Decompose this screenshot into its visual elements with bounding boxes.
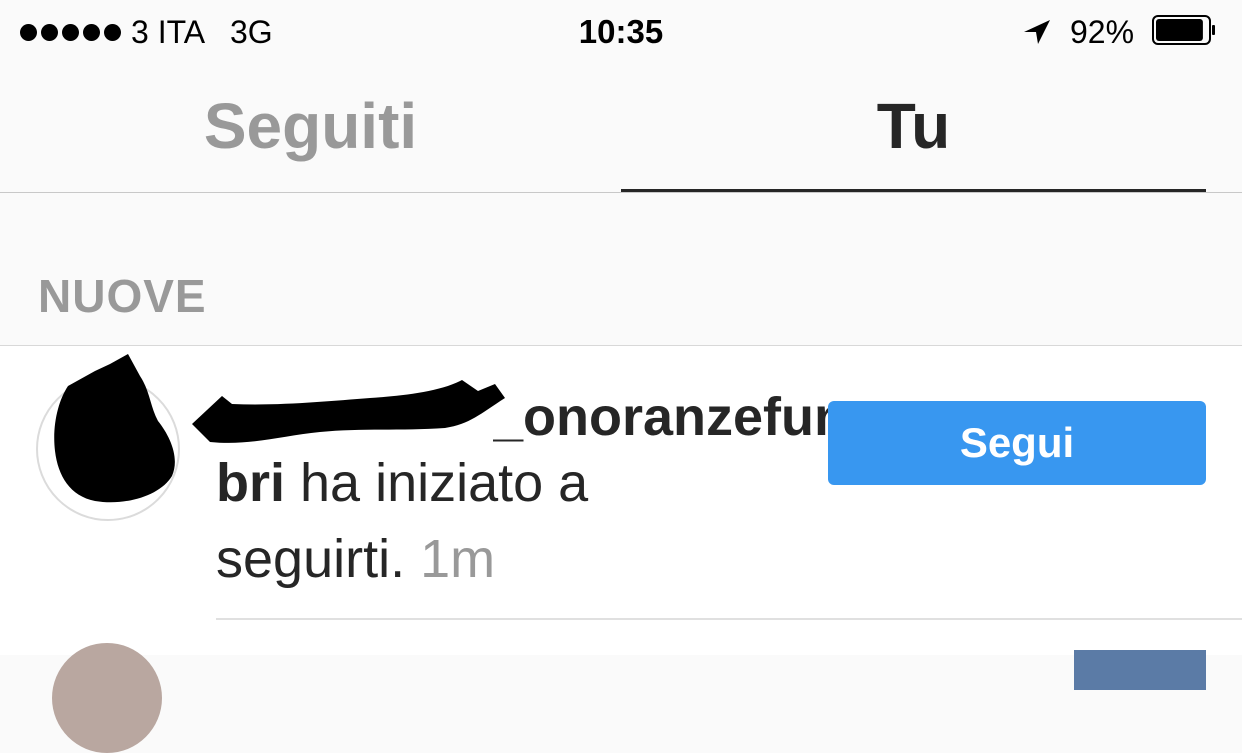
section-header: NUOVE [0, 193, 1242, 346]
notification-text-line2: seguirti. 1m [216, 528, 495, 590]
notification-message: ha iniziato a [285, 453, 589, 513]
row-divider [216, 618, 1242, 620]
battery-percentage: 92% [1070, 14, 1135, 50]
section-title: NUOVE [38, 270, 207, 322]
notification-message-cont: seguirti. [216, 529, 406, 589]
status-bar: 3 ITA 3G 10:35 92% [0, 0, 1242, 64]
follow-button[interactable]: Segui [828, 401, 1206, 485]
battery-icon [1152, 15, 1215, 45]
active-tab-indicator [621, 189, 1206, 192]
notification-time: 1m [420, 529, 496, 589]
notification-user-suffix[interactable]: bri [216, 453, 285, 513]
next-row-thumbnail[interactable] [1074, 650, 1206, 690]
tab-tu[interactable]: Tu [621, 64, 1206, 192]
notification-row[interactable]: _onoranzefune bri ha iniziato a seguirti… [0, 346, 1242, 655]
status-time: 10:35 [578, 13, 664, 50]
activity-tabs: Seguiti Tu [0, 64, 1242, 193]
tab-seguiti[interactable]: Seguiti [0, 64, 621, 192]
notification-username[interactable]: _onoranzefune [493, 386, 833, 448]
location-arrow-icon [1024, 20, 1050, 44]
notification-text: bri ha iniziato a [216, 452, 588, 514]
next-row-avatar[interactable] [52, 643, 162, 753]
